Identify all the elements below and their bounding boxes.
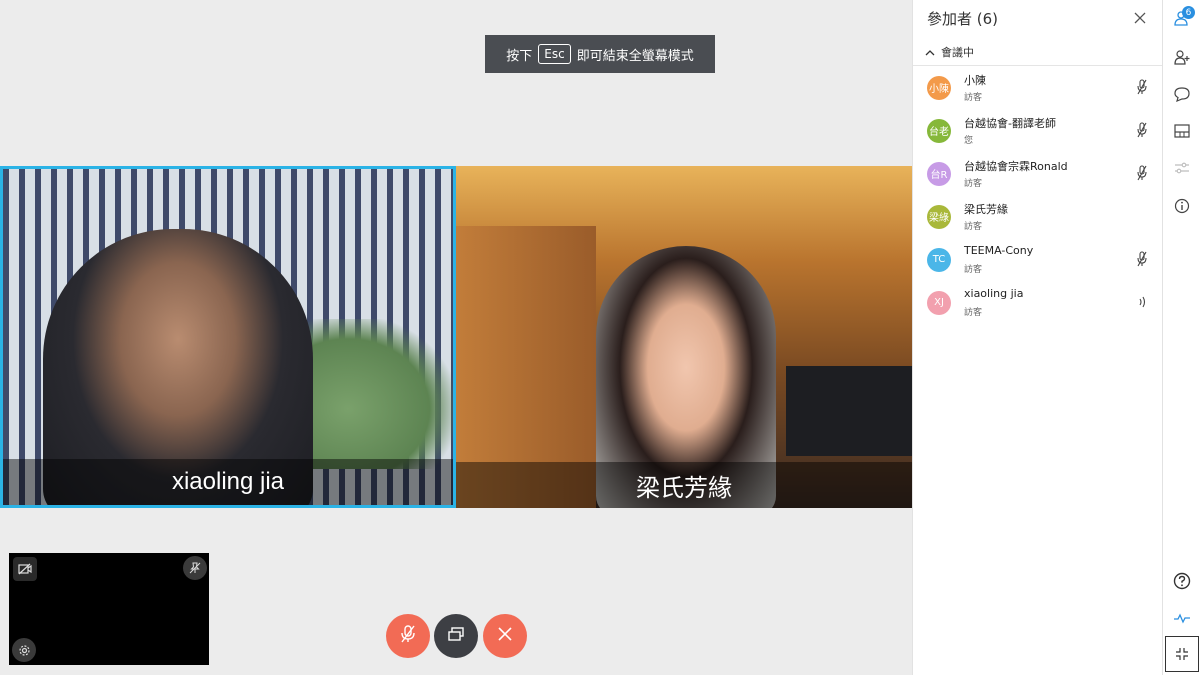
mic-muted-icon	[1137, 79, 1147, 95]
help-button[interactable]	[1172, 571, 1192, 591]
info-button[interactable]	[1172, 196, 1192, 216]
participant-role: 訪客	[964, 93, 983, 103]
avatar: 小陳	[927, 75, 951, 100]
in-meeting-section-toggle[interactable]: 會議中	[925, 44, 974, 60]
video-feed	[456, 166, 912, 508]
participant-name: 小陳	[964, 74, 986, 87]
participant-name: 梁氏芳緣	[964, 203, 1008, 216]
participant-role: 訪客	[964, 265, 983, 275]
list-item[interactable]: XJ xiaoling jia 訪客	[913, 281, 1163, 324]
avatar: 台老	[927, 118, 951, 143]
video-feed	[3, 169, 453, 505]
info-icon	[1174, 198, 1190, 214]
participant-role: 訪客	[964, 179, 983, 189]
participant-role: 您	[964, 136, 974, 146]
participant-role: 訪客	[964, 308, 983, 318]
video-tile-xiaoling[interactable]: xiaoling jia	[0, 166, 456, 508]
fullscreen-exit-hint: 按下 Esc 即可結束全螢幕模式	[485, 35, 715, 73]
participants-panel: 參加者 (6) 會議中 小陳 小陳 訪客 台老 台越協會-翻譯老師 您 台R 台…	[912, 0, 1162, 675]
panel-title: 參加者 (6)	[927, 10, 999, 28]
esc-hint-suffix: 即可結束全螢幕模式	[576, 48, 694, 64]
mic-off-icon	[399, 624, 417, 648]
esc-key: Esc	[538, 44, 571, 64]
mic-muted-icon	[1137, 122, 1147, 138]
meeting-stage: 按下 Esc 即可結束全螢幕模式 xiaoling jia 梁氏芳緣	[0, 0, 912, 675]
participant-name: xiaoling jia	[964, 287, 1024, 300]
collapse-icon	[1176, 648, 1188, 660]
list-item[interactable]: 台R 台越協會宗霖Ronald 訪客	[913, 152, 1163, 195]
participants-count-badge: 6	[1182, 6, 1195, 19]
list-item[interactable]: 小陳 小陳 訪客	[913, 66, 1163, 109]
chevron-up-icon	[925, 49, 935, 55]
mute-button[interactable]	[386, 614, 430, 658]
pulse-icon	[1174, 613, 1190, 624]
participant-role: 訪客	[964, 222, 983, 232]
avatar: TC	[927, 247, 951, 272]
close-icon	[1134, 12, 1146, 24]
speaking-icon	[1139, 296, 1146, 308]
close-icon	[497, 626, 513, 646]
adjust-button[interactable]	[1172, 158, 1192, 178]
section-label: 會議中	[941, 46, 974, 59]
avatar: 台R	[927, 161, 951, 186]
list-item[interactable]: 台老 台越協會-翻譯老師 您	[913, 109, 1163, 152]
mic-muted-icon	[1137, 165, 1147, 181]
share-screen-button[interactable]	[434, 614, 478, 658]
list-item[interactable]: 梁綠 梁氏芳緣 訪客	[913, 195, 1163, 238]
layout-icon	[1174, 124, 1190, 138]
close-panel-button[interactable]	[1130, 8, 1150, 28]
video-caption: 梁氏芳緣	[456, 462, 912, 508]
add-user-icon	[1174, 50, 1190, 65]
participant-list: 小陳 小陳 訪客 台老 台越協會-翻譯老師 您 台R 台越協會宗霖Ronald …	[913, 66, 1163, 324]
participant-name: TEEMA-Cony	[964, 244, 1034, 257]
leave-button[interactable]	[483, 614, 527, 658]
list-item[interactable]: TC TEEMA-Cony 訪客	[913, 238, 1163, 281]
camera-off-icon[interactable]	[13, 557, 37, 581]
video-tile-liang[interactable]: 梁氏芳緣	[456, 166, 912, 508]
chat-button[interactable]	[1172, 84, 1192, 104]
add-user-button[interactable]	[1172, 47, 1192, 67]
side-rail: 6	[1162, 0, 1200, 675]
avatar: 梁綠	[927, 204, 951, 229]
esc-hint-prefix: 按下	[506, 48, 533, 64]
chat-icon	[1174, 87, 1190, 102]
video-caption: xiaoling jia	[3, 459, 453, 505]
avatar: XJ	[927, 290, 951, 315]
help-icon	[1173, 572, 1191, 590]
mic-muted-icon	[1137, 251, 1147, 267]
pin-off-icon[interactable]	[183, 556, 207, 580]
sliders-icon	[1175, 162, 1189, 174]
network-status-button[interactable]	[1172, 608, 1192, 628]
screens-icon	[447, 626, 465, 646]
participant-name: 台越協會宗霖Ronald	[964, 160, 1068, 173]
participant-name: 台越協會-翻譯老師	[964, 117, 1056, 130]
gear-icon[interactable]	[12, 638, 36, 662]
layout-button[interactable]	[1172, 121, 1192, 141]
exit-fullscreen-button[interactable]	[1165, 636, 1199, 672]
self-view[interactable]	[9, 553, 209, 665]
